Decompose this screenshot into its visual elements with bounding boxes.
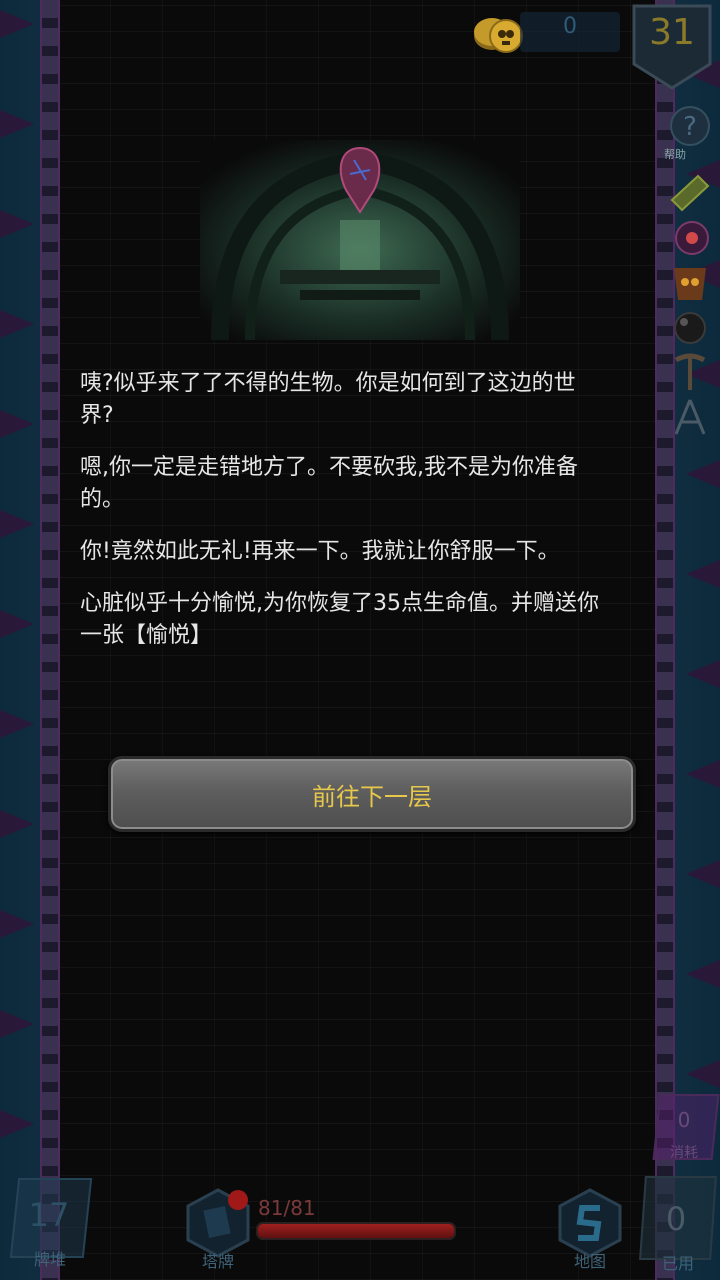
draw-pile-label: 牌堆	[33, 1250, 66, 1269]
notification-dot	[228, 1190, 248, 1210]
map-scroll-icon[interactable]	[668, 170, 712, 214]
svg-text:?: ?	[683, 112, 697, 142]
exhaust-pile-count: 0	[677, 1108, 691, 1132]
discard-pile-count: 0	[665, 1200, 687, 1238]
hp-bar-fill	[258, 1224, 454, 1238]
dialogue-paragraph: 你!竟然如此无礼!再来一下。我就让你舒服一下。	[80, 539, 560, 564]
eye-relic-icon[interactable]	[668, 216, 712, 260]
map-label: 地图	[573, 1252, 606, 1271]
help-icon[interactable]: ?	[668, 104, 712, 148]
discard-pile-label: 已用	[661, 1254, 694, 1273]
compass-icon[interactable]	[668, 396, 712, 440]
gold-coin-icon	[474, 18, 523, 53]
dialogue-paragraph: 心脏似乎十分愉悦,为你恢复了35点生命值。并赠送你一张【愉悦】	[80, 591, 599, 648]
event-dialogue: 咦?似乎来了了不得的生物。你是如何到了这边的世界? 嗯,你一定是走错地方了。不要…	[80, 368, 600, 672]
floor-number: 31	[649, 12, 695, 53]
dark-orb-icon[interactable]	[668, 306, 712, 350]
left-chain-border	[40, 0, 60, 1280]
dialogue-paragraph: 咦?似乎来了了不得的生物。你是如何到了这边的世界?	[80, 371, 576, 428]
draw-pile-count: 17	[28, 1196, 70, 1234]
next-floor-button[interactable]: 前往下一层	[108, 756, 636, 832]
help-label: 帮助	[664, 148, 686, 161]
demon-relic-icon[interactable]	[668, 262, 712, 306]
dialogue-paragraph: 嗯,你一定是走错地方了。不要砍我,我不是为你准备的。	[80, 455, 578, 512]
exhaust-pile-label: 消耗	[670, 1145, 698, 1161]
hp-text: 81/81	[258, 1196, 316, 1220]
hp-bar	[256, 1222, 456, 1240]
tower-cards-label: 塔牌	[201, 1252, 234, 1271]
coin-count: 0	[563, 14, 577, 39]
pickaxe-icon[interactable]	[668, 350, 712, 394]
event-illustration	[200, 140, 520, 340]
